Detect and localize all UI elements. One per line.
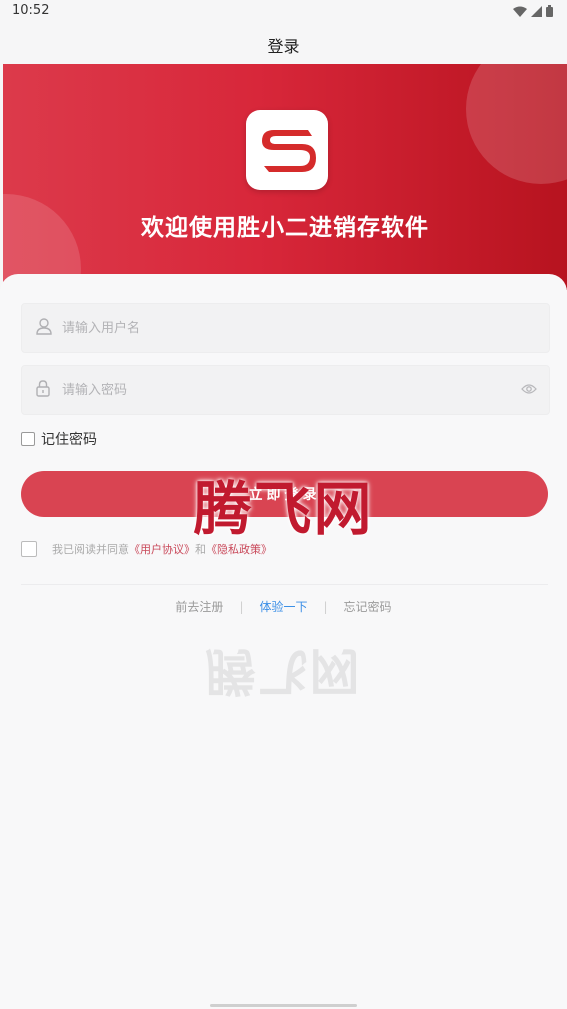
- eye-icon[interactable]: [521, 383, 537, 395]
- login-button[interactable]: 立即登录: [21, 471, 548, 517]
- agree-prefix: 我已阅读并同意: [52, 543, 129, 556]
- user-agreement-link[interactable]: 《用户协议》: [129, 543, 195, 556]
- welcome-title: 欢迎使用胜小二进销存软件: [141, 215, 429, 241]
- password-input[interactable]: [60, 376, 504, 404]
- bottom-links: 前去注册 | 体验一下 | 忘记密码: [0, 598, 567, 615]
- remember-password[interactable]: 记住密码: [21, 429, 97, 449]
- separator: |: [239, 599, 244, 614]
- divider: [21, 584, 548, 585]
- privacy-policy-link[interactable]: 《隐私政策》: [206, 543, 272, 556]
- wifi-icon: [513, 6, 527, 17]
- page-title: 登录: [267, 37, 300, 56]
- login-card: 记住密码 立即登录 我已阅读并同意《用户协议》和《隐私政策》 前去注册 | 体验…: [0, 274, 567, 1009]
- status-time: 10:52: [12, 3, 50, 18]
- agreement-text: 我已阅读并同意《用户协议》和《隐私政策》: [52, 541, 272, 557]
- watermark-reflection: 腾飞网: [205, 642, 362, 701]
- and-text: 和: [195, 543, 206, 556]
- forgot-password-link[interactable]: 忘记密码: [344, 598, 392, 615]
- trial-link[interactable]: 体验一下: [259, 598, 307, 615]
- password-field: [21, 365, 550, 415]
- hero-banner: 欢迎使用胜小二进销存软件: [3, 64, 567, 290]
- remember-checkbox[interactable]: [21, 432, 35, 446]
- user-icon: [36, 318, 52, 335]
- agree-checkbox[interactable]: [21, 541, 37, 557]
- app-logo: [246, 110, 328, 190]
- signal-icon: [531, 5, 542, 17]
- status-bar: 10:52: [0, 0, 567, 24]
- separator: |: [323, 599, 328, 614]
- nav-bar: 登录: [0, 24, 567, 64]
- remember-label: 记住密码: [41, 432, 97, 448]
- register-link[interactable]: 前去注册: [175, 598, 223, 615]
- username-input[interactable]: [60, 314, 504, 342]
- status-icons: [513, 5, 553, 17]
- home-indicator: [210, 1004, 357, 1007]
- lock-icon: [36, 380, 50, 397]
- battery-icon: [546, 5, 553, 17]
- username-field: [21, 303, 550, 353]
- agreement-row: 我已阅读并同意《用户协议》和《隐私政策》: [21, 541, 272, 557]
- logo-s-icon: [262, 130, 316, 172]
- decor-circle: [466, 64, 567, 184]
